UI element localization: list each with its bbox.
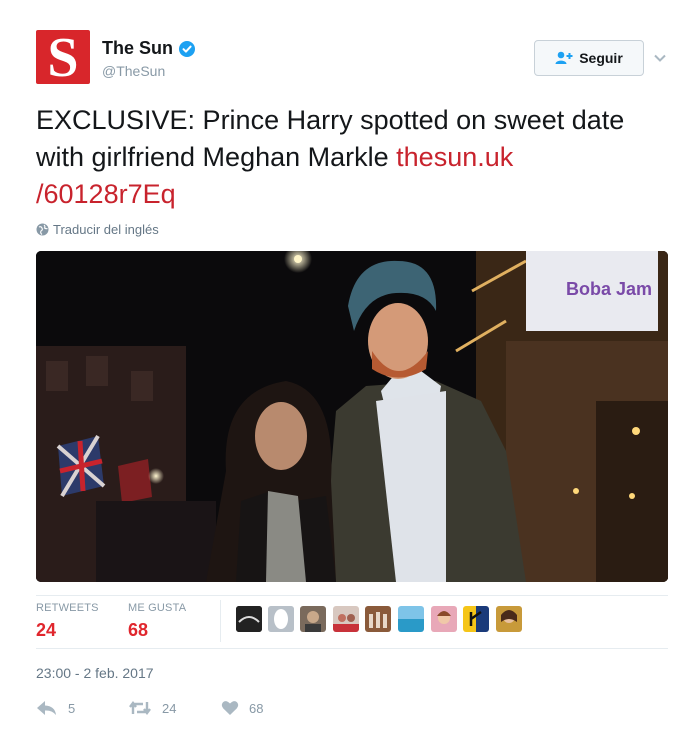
liker-avatar[interactable] <box>236 606 262 632</box>
account-name[interactable]: The Sun <box>102 38 173 59</box>
avatar-image <box>268 606 294 632</box>
follow-label: Seguir <box>579 50 623 66</box>
retweets-stat[interactable]: RETWEETS 24 <box>36 602 99 641</box>
retweets-label: RETWEETS <box>36 602 99 614</box>
street-night-photo: Boba Jam <box>36 251 668 582</box>
tweet-photo[interactable]: Boba Jam <box>36 251 668 582</box>
tweet-body: EXCLUSIVE: Prince Harry spotted on sweet… <box>36 105 625 172</box>
divider-bottom <box>36 648 668 649</box>
liker-avatar[interactable] <box>431 606 457 632</box>
likes-value: 68 <box>128 620 149 640</box>
add-user-icon <box>555 51 573 64</box>
liker-avatar[interactable] <box>365 606 391 632</box>
account-logo[interactable]: S <box>36 27 90 89</box>
logo-letter: S <box>47 27 79 89</box>
heart-icon <box>221 701 239 715</box>
avatar-image <box>431 606 457 632</box>
liker-avatar[interactable] <box>398 606 424 632</box>
follow-button[interactable]: Seguir <box>534 40 644 76</box>
retweets-value: 24 <box>36 620 57 640</box>
avatar-image <box>365 606 391 632</box>
translate-link[interactable]: Traducir del inglés <box>36 222 159 237</box>
liker-avatar[interactable] <box>463 606 489 632</box>
account-name-row[interactable]: The Sun <box>102 38 195 59</box>
retweet-button[interactable]: 24 <box>128 700 176 716</box>
avatar-image <box>236 606 262 632</box>
likes-stat[interactable]: ME GUSTA 68 <box>128 602 186 641</box>
reply-icon <box>37 701 56 715</box>
retweet-icon <box>129 701 151 715</box>
like-count: 68 <box>249 700 264 716</box>
tweet-text: EXCLUSIVE: Prince Harry spotted on sweet… <box>36 102 656 213</box>
reply-count: 5 <box>68 700 76 716</box>
stats-separator <box>220 600 221 642</box>
liker-avatar[interactable] <box>268 606 294 632</box>
liker-avatar[interactable] <box>333 606 359 632</box>
verified-badge-icon <box>179 40 195 57</box>
account-handle[interactable]: @TheSun <box>102 63 165 79</box>
translate-label: Traducir del inglés <box>53 222 159 237</box>
avatar-image <box>398 606 424 632</box>
liker-avatar[interactable] <box>496 606 522 632</box>
retweet-count: 24 <box>162 700 177 716</box>
avatar-image <box>496 606 522 632</box>
store-sign-text: Boba Jam <box>566 279 652 299</box>
divider-top <box>36 595 668 596</box>
liker-avatar[interactable] <box>300 606 326 632</box>
avatar-image <box>300 606 326 632</box>
chevron-down-icon[interactable] <box>652 50 668 66</box>
tweet-timestamp[interactable]: 23:00 - 2 feb. 2017 <box>36 665 154 681</box>
likes-label: ME GUSTA <box>128 602 187 614</box>
globe-icon <box>36 223 49 236</box>
reply-button[interactable]: 5 <box>36 700 75 716</box>
like-button[interactable]: 68 <box>221 700 263 716</box>
avatar-image <box>463 606 489 632</box>
avatar-image <box>333 606 359 632</box>
